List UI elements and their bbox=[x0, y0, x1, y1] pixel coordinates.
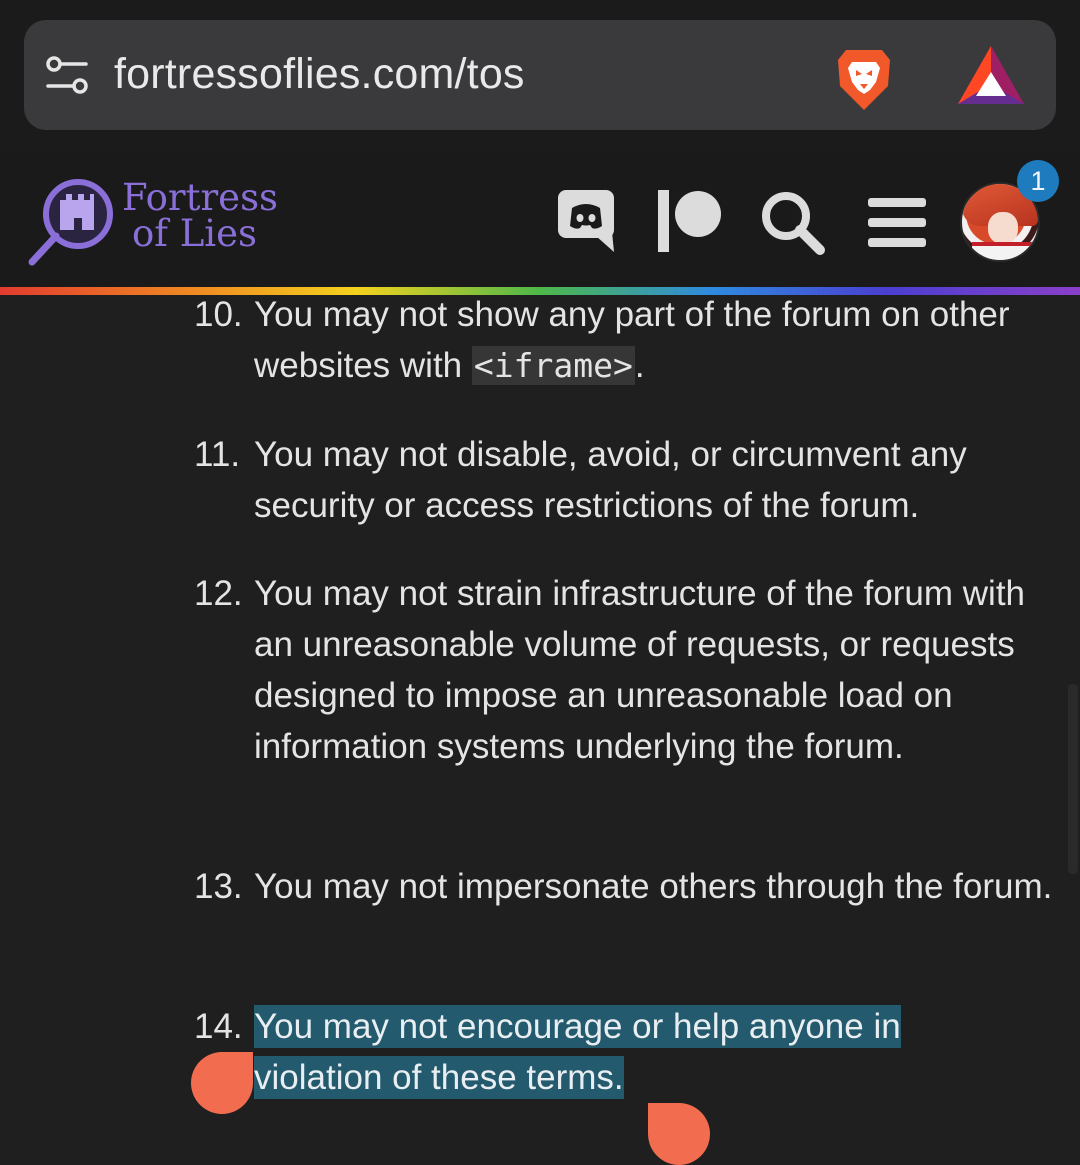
hamburger-menu-icon[interactable] bbox=[866, 194, 928, 252]
site-logo-text[interactable]: Fortress of Lies bbox=[122, 179, 278, 255]
url-text[interactable]: fortressoflies.com/tos bbox=[114, 50, 525, 99]
discord-icon[interactable] bbox=[556, 188, 616, 252]
tos-item-text: You may not strain infrastructure of the… bbox=[254, 574, 1026, 766]
tos-item-text: You may not show any part of the forum o… bbox=[254, 295, 1010, 385]
search-icon[interactable] bbox=[758, 188, 828, 258]
scrollbar-thumb[interactable] bbox=[1068, 684, 1078, 874]
patreon-icon[interactable] bbox=[654, 188, 724, 252]
tos-item-number: 14. bbox=[194, 1007, 243, 1046]
selection-start-handle[interactable] bbox=[191, 1052, 253, 1114]
bat-triangle-icon[interactable] bbox=[956, 44, 1026, 108]
browser-toolbar: fortressoflies.com/tos bbox=[0, 0, 1080, 152]
tos-item-text[interactable]: You may not encourage or help anyone in … bbox=[254, 1001, 944, 1103]
tos-item-text: You may not disable, avoid, or circumven… bbox=[254, 435, 967, 525]
brave-lion-icon[interactable] bbox=[832, 46, 896, 114]
castle-magnifier-logo-icon[interactable] bbox=[26, 174, 122, 268]
iframe-code: <iframe> bbox=[471, 346, 635, 385]
tune-icon[interactable] bbox=[44, 52, 90, 98]
tos-item-text: You may not impersonate others through t… bbox=[254, 867, 1053, 906]
selection-end-handle[interactable] bbox=[648, 1103, 710, 1165]
notification-badge[interactable]: 1 bbox=[1017, 160, 1059, 202]
tos-item-number: 11. bbox=[194, 435, 241, 474]
tos-item-number: 10. bbox=[194, 295, 243, 334]
selected-text[interactable]: You may not encourage or help anyone in … bbox=[254, 1005, 901, 1099]
logo-line-2: of Lies bbox=[132, 212, 258, 255]
site-header: Fortress of Lies bbox=[0, 152, 1080, 288]
tos-item-number: 13. bbox=[194, 867, 243, 906]
tos-item-number: 12. bbox=[194, 574, 243, 613]
